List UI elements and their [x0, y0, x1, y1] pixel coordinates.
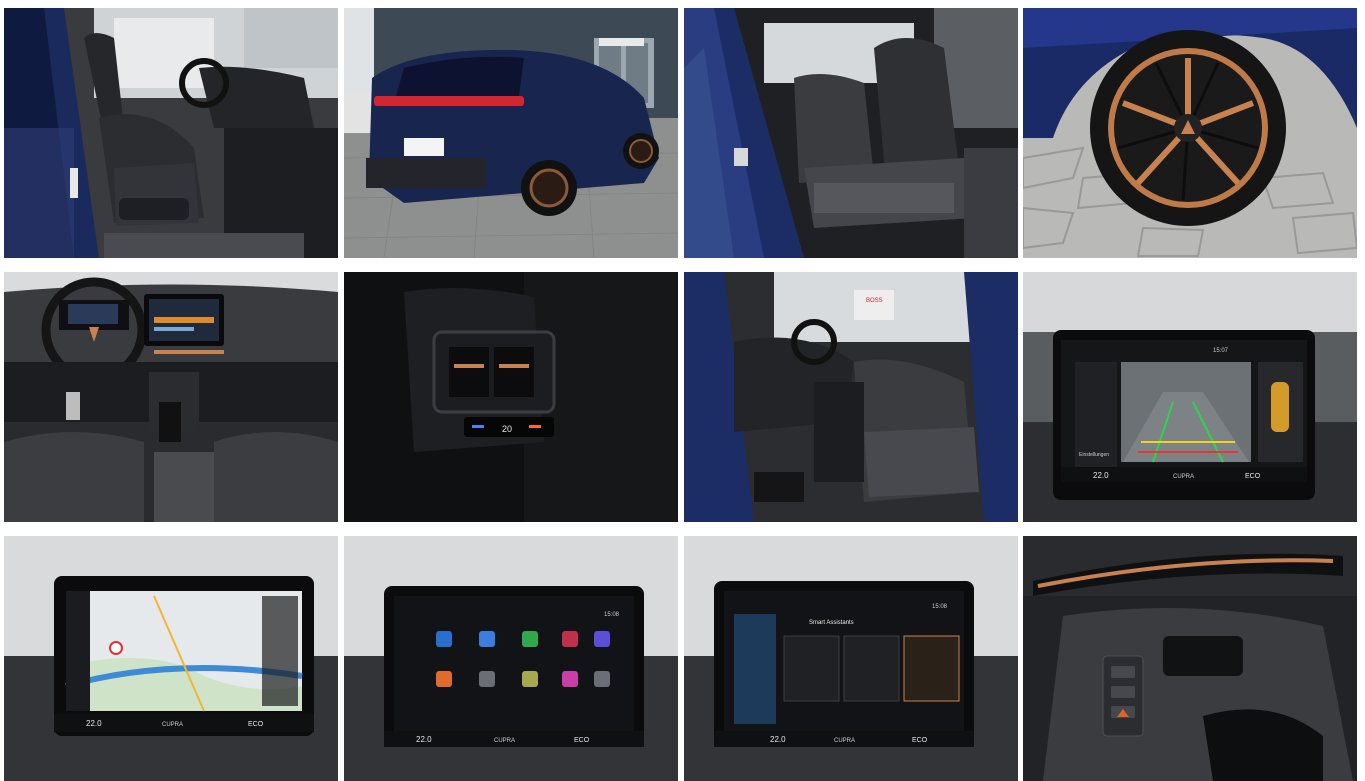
photo-wheel-rim[interactable] — [1023, 8, 1357, 258]
rear-seats-image — [684, 8, 1018, 258]
front-seats-image — [4, 8, 338, 258]
photo-dashboard[interactable] — [4, 272, 338, 522]
menu-brand: CUPRA — [494, 738, 515, 744]
front-interior-image: BOSS — [684, 272, 1018, 522]
rear-temp-readout: 20 — [502, 424, 512, 434]
assist-brand: CUPRA — [834, 738, 855, 744]
photo-front-interior[interactable]: BOSS — [684, 272, 1018, 522]
menu-temp: 22.0 — [416, 735, 432, 744]
screen-clock: 15:07 — [1213, 348, 1229, 354]
photo-smart-assistants-screen[interactable]: 15:08 Smart Assistants 22.0 CUPRA ECO — [684, 536, 1018, 781]
photo-rear-exterior[interactable] — [344, 8, 678, 258]
menu-eco: ECO — [574, 737, 590, 744]
navigation-image: 22.0 CUPRA ECO — [4, 536, 338, 781]
dashboard-image — [4, 272, 338, 522]
screen-brand: CUPRA — [1173, 474, 1194, 480]
menu-clock: 15:08 — [604, 612, 620, 618]
app-menu-image: 15:08 22.0 CUPRA ECO — [344, 536, 678, 781]
center-console-image — [1023, 536, 1357, 781]
screen-eco: ECO — [1245, 473, 1261, 480]
assist-eco: ECO — [912, 737, 928, 744]
park-camera-image: 15:07 Einstellungen 22.0 CUPRA ECO — [1023, 272, 1357, 522]
photo-app-menu-screen[interactable]: 15:08 22.0 CUPRA ECO — [344, 536, 678, 781]
nav-eco: ECO — [248, 721, 264, 728]
photo-rear-climate[interactable]: 20 — [344, 272, 678, 522]
photo-rear-seats[interactable] — [684, 8, 1018, 258]
assist-temp: 22.0 — [770, 735, 786, 744]
screen-temp: 22.0 — [1093, 471, 1109, 480]
photo-center-console[interactable] — [1023, 536, 1357, 781]
photo-navigation-screen[interactable]: 22.0 CUPRA ECO — [4, 536, 338, 781]
nav-temp: 22.0 — [86, 719, 102, 728]
smart-assistants-image: 15:08 Smart Assistants 22.0 CUPRA ECO — [684, 536, 1018, 781]
photo-gallery: 20 BOSS 15:07 Einstellungen 22.0 CUPRA E… — [0, 0, 1365, 781]
park-settings-label: Einstellungen — [1079, 452, 1109, 458]
photo-park-camera-screen[interactable]: 15:07 Einstellungen 22.0 CUPRA ECO — [1023, 272, 1357, 522]
assist-title: Smart Assistants — [809, 620, 854, 626]
wheel-rim-image — [1023, 8, 1357, 258]
dealer-sign: BOSS — [866, 298, 883, 304]
nav-brand: CUPRA — [162, 722, 183, 728]
rear-exterior-image — [344, 8, 678, 258]
assist-clock: 15:08 — [932, 604, 948, 610]
photo-front-seats[interactable] — [4, 8, 338, 258]
rear-climate-image: 20 — [344, 272, 678, 522]
